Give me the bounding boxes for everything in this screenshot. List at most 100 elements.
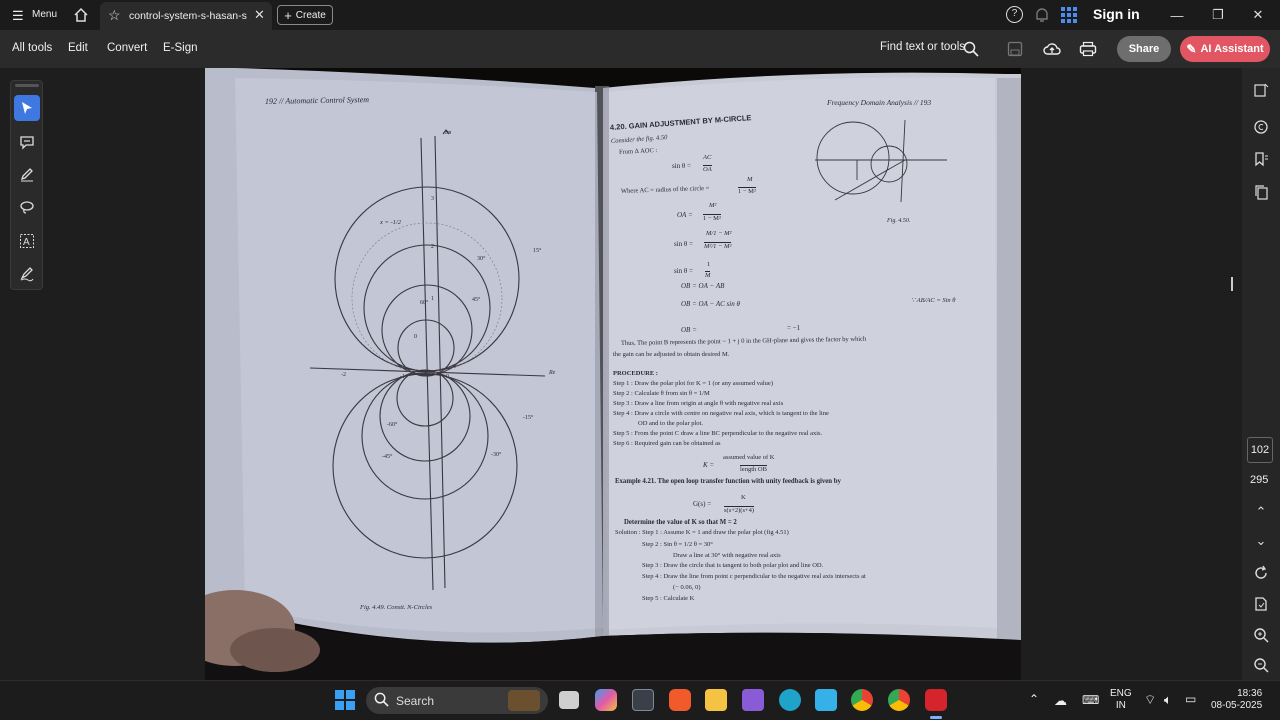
chevron-up-icon[interactable]: ⌃ — [1252, 503, 1270, 521]
task-view-icon[interactable] — [559, 691, 579, 709]
step-4b: OD and to the polar plot. — [638, 420, 703, 427]
edge-browser-icon[interactable] — [779, 689, 801, 711]
eq-ab-ac: ∵ AB/AC = Sin θ — [911, 297, 956, 304]
solution-step-4: Step 4 : Draw the line from point c perp… — [642, 573, 866, 580]
star-icon[interactable]: ☆ — [108, 7, 121, 24]
select-tool-button[interactable] — [14, 95, 40, 121]
close-window-button[interactable]: ✕ — [1247, 4, 1269, 26]
rotate-icon[interactable] — [1252, 564, 1270, 582]
app-toolbar: All tools Edit Convert E-Sign Find text … — [0, 30, 1280, 68]
clock-time: 18:36 — [1237, 688, 1263, 699]
bell-icon[interactable] — [1034, 6, 1050, 24]
chrome-icon[interactable] — [851, 689, 873, 711]
document-tab[interactable]: ☆ control-system-s-hasan-s... ✕ — [100, 2, 272, 30]
taskbar-search-label: Search — [396, 694, 435, 708]
cursor-arrow-icon — [22, 102, 32, 114]
search-highlight-icon — [508, 690, 540, 711]
gs-numerator: K — [741, 494, 746, 501]
solution-step-2b: Draw a line at 30° with negative real ax… — [673, 552, 781, 559]
menu-convert[interactable]: Convert — [107, 42, 147, 54]
zoom-out-icon[interactable] — [1252, 656, 1270, 674]
zoom-in-icon[interactable] — [1252, 626, 1270, 644]
text-tool-button[interactable]: A — [14, 228, 40, 254]
help-icon[interactable]: ? — [1006, 6, 1023, 23]
notepad-icon[interactable] — [815, 689, 837, 711]
menu-all-tools[interactable]: All tools — [12, 42, 52, 54]
media-app-icon[interactable] — [632, 689, 654, 711]
current-page-input[interactable]: 102 — [1247, 437, 1273, 463]
visual-studio-icon[interactable] — [742, 689, 764, 711]
keyboard-icon[interactable]: ⌨ — [1082, 693, 1099, 707]
search-icon — [962, 40, 980, 58]
tab-title: control-system-s-hasan-s... — [129, 10, 247, 22]
file-explorer-icon[interactable] — [705, 689, 727, 711]
frac-m: M — [747, 176, 753, 183]
highlight-tool-button[interactable] — [14, 161, 40, 187]
save-icon[interactable] — [1006, 40, 1024, 58]
solution-step-2: Step 2 : Sin θ = 1/2 θ = 30° — [642, 541, 713, 548]
share-button[interactable]: Share — [1117, 36, 1171, 62]
comment-plus-icon — [20, 136, 34, 150]
menu-edit[interactable]: Edit — [68, 42, 88, 54]
volume-icon[interactable]: 🔈︎ — [1164, 692, 1172, 708]
procedure-heading: PROCEDURE : — [613, 370, 658, 377]
minimize-button[interactable]: — — [1166, 4, 1188, 26]
upload-cloud-icon[interactable] — [1043, 40, 1061, 58]
draw-tool-button[interactable] — [14, 194, 40, 220]
sign-in-button[interactable]: Sign in — [1093, 6, 1140, 22]
right-page-header: Frequency Domain Analysis // 193 — [827, 98, 932, 107]
tool-panel: A — [10, 80, 43, 290]
frac-m-over: M/1 − M² — [706, 230, 732, 237]
onedrive-icon[interactable]: ☁ — [1054, 693, 1067, 709]
panel-grip[interactable] — [15, 84, 39, 87]
tray-chevron-icon[interactable]: ⌃ — [1029, 692, 1039, 706]
thus-line-2: the gain can be adjusted to obtain desir… — [613, 351, 730, 358]
copy-pages-icon[interactable] — [1252, 183, 1270, 201]
sign-pen-icon — [20, 267, 34, 282]
eq-sin-theta-3: sin θ = — [674, 267, 693, 275]
solution-step-5: Step 5 : Calculate K — [642, 595, 695, 602]
windows-start-icon[interactable] — [335, 690, 355, 710]
create-button[interactable]: + Create — [277, 5, 333, 25]
step-6: Step 6 : Required gain can be obtained a… — [613, 440, 721, 447]
wifi-icon[interactable]: ⌔ — [1144, 692, 1156, 708]
text-box-icon: A — [20, 234, 34, 248]
k-numerator: assumed value of K — [723, 454, 775, 461]
solution-step-3: Step 3 : Draw the circle that is tangent… — [642, 562, 824, 569]
frac-capital-m: M — [705, 271, 711, 279]
clock[interactable]: 18:36 08-05-2025 — [1211, 688, 1262, 712]
apps-grid-icon[interactable] — [1061, 7, 1077, 23]
fig-450-label: Fig. 4.50. — [887, 218, 911, 224]
ai-assistant-button[interactable]: ✎ AI Assistant — [1180, 36, 1270, 62]
eq-k: K = — [703, 461, 715, 469]
scroll-indicator[interactable] — [1231, 277, 1233, 291]
comment-tool-button[interactable] — [14, 129, 40, 155]
maximize-button[interactable]: ❐ — [1207, 4, 1229, 26]
language-region: IN — [1115, 700, 1126, 711]
print-icon[interactable] — [1079, 40, 1097, 58]
menu-button[interactable]: ☰ Menu — [10, 6, 60, 24]
taskbar-search[interactable]: Search — [366, 687, 548, 714]
menu-e-sign[interactable]: E-Sign — [163, 42, 198, 54]
step-2: Step 2 : Calculate θ from sin θ = 1/M — [613, 390, 710, 397]
battery-icon[interactable]: ▭ — [1185, 692, 1196, 706]
copilot-icon[interactable] — [595, 689, 617, 711]
step-1: Step 1 : Draw the polar plot for K = 1 (… — [613, 380, 773, 387]
sign-tool-button[interactable] — [14, 261, 40, 287]
step-3: Step 3 : Draw a line from origin at angl… — [613, 400, 784, 407]
svg-text:A: A — [23, 237, 30, 248]
organize-pages-icon[interactable] — [1252, 81, 1270, 99]
acrobat-icon[interactable] — [925, 689, 947, 711]
language-indicator[interactable]: ENG IN — [1110, 688, 1132, 712]
frac-1-m2b: 1 − M² — [703, 214, 721, 222]
chevron-down-icon[interactable]: ⌄ — [1252, 532, 1270, 550]
chrome-profile-icon[interactable] — [888, 689, 910, 711]
page-fit-icon[interactable] — [1252, 595, 1270, 613]
eq-sin-theta-2: sin θ = — [674, 240, 693, 248]
comment-panel-icon[interactable] — [1252, 118, 1270, 136]
home-icon[interactable] — [72, 6, 92, 24]
find-tools-label: Find text or tools — [880, 41, 966, 53]
brave-browser-icon[interactable] — [669, 689, 691, 711]
close-tab-icon[interactable]: ✕ — [254, 7, 265, 23]
bookmark-icon[interactable] — [1252, 150, 1270, 168]
